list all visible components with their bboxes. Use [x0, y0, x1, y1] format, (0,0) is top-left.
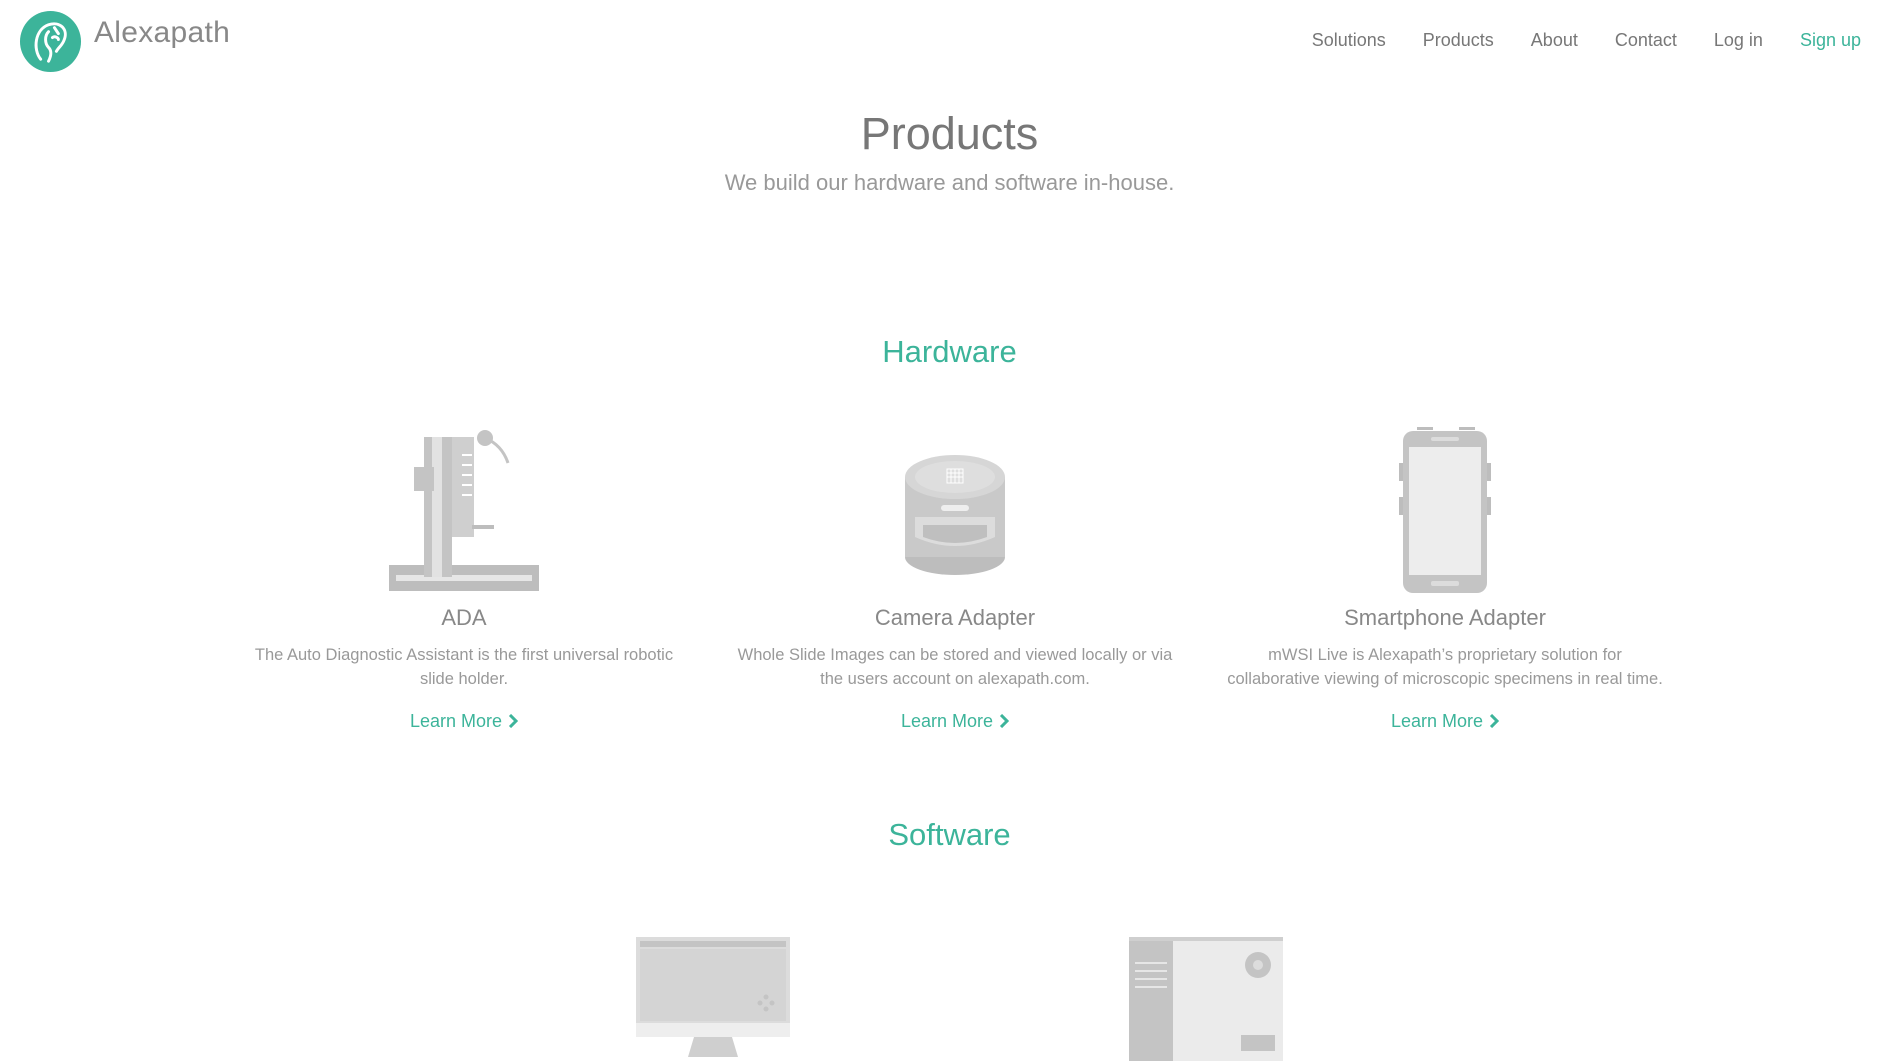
product-name: ADA [441, 605, 487, 630]
nav-contact[interactable]: Contact [1615, 30, 1677, 51]
learn-more-link[interactable]: Learn More [409, 711, 519, 732]
page-title: Products [860, 108, 1039, 159]
learn-more-link[interactable]: Learn More [1390, 711, 1500, 732]
software-title: Software [888, 817, 1011, 852]
product-description: Whole Slide Images can be stored and vie… [737, 646, 1173, 688]
nav-solutions[interactable]: Solutions [1312, 30, 1386, 51]
chevron-right-icon [999, 714, 1010, 728]
monitor-icon [636, 937, 790, 1057]
hardware-title: Hardware [882, 334, 1017, 369]
brand-name[interactable]: Alexapath [94, 16, 230, 50]
product-description: mWSI Live is Alexapath’s proprietary sol… [1227, 646, 1663, 688]
app-window-icon [1129, 937, 1283, 1061]
nav-signup[interactable]: Sign up [1800, 30, 1861, 51]
camera-adapter-icon [905, 455, 1005, 575]
learn-more-label: Learn More [1390, 711, 1484, 731]
main-nav: Solutions Products About Contact Log in … [1275, 30, 1861, 51]
learn-more-link[interactable]: Learn More [900, 711, 1010, 732]
logo-icon[interactable] [19, 10, 82, 73]
nav-products[interactable]: Products [1423, 30, 1494, 51]
product-name: Smartphone Adapter [1344, 605, 1546, 630]
chevron-right-icon [508, 714, 519, 728]
product-description: The Auto Diagnostic Assistant is the fir… [254, 646, 674, 688]
robotic-arm-icon [389, 430, 539, 591]
chevron-right-icon [1489, 714, 1500, 728]
nav-login[interactable]: Log in [1714, 30, 1763, 51]
nav-about[interactable]: About [1531, 30, 1578, 51]
learn-more-label: Learn More [409, 711, 503, 731]
smartphone-icon [1399, 427, 1491, 593]
product-name: Camera Adapter [874, 605, 1036, 630]
product-card-smartphone-adapter: Smartphone Adapter mWSI Live is Alexapat… [1205, 425, 1685, 732]
learn-more-label: Learn More [900, 711, 994, 731]
page-subtitle: We build our hardware and software in-ho… [724, 170, 1175, 195]
product-card-ada: ADA The Auto Diagnostic Assistant is the… [224, 425, 704, 732]
product-card-camera-adapter: Camera Adapter Whole Slide Images can be… [715, 425, 1195, 732]
